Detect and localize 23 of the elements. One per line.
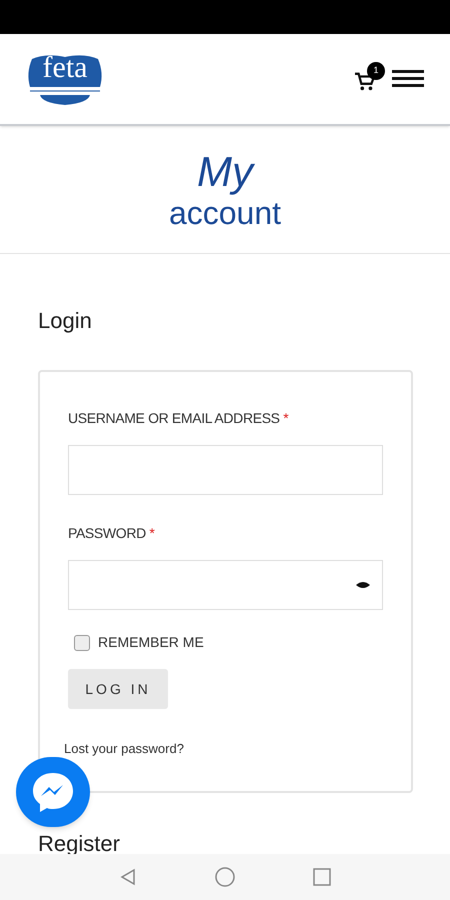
home-icon[interactable]: [215, 867, 235, 887]
recents-icon[interactable]: [313, 868, 331, 886]
login-heading: Login: [38, 310, 93, 332]
menu-icon[interactable]: [392, 70, 424, 88]
remember-checkbox[interactable]: [74, 634, 90, 650]
chat-button[interactable]: [16, 757, 90, 827]
password-field[interactable]: [68, 560, 383, 610]
back-icon[interactable]: [119, 868, 137, 886]
login-button[interactable]: LOG IN: [68, 669, 168, 709]
field-label: USERNAME OR EMAIL ADDRESS *: [68, 409, 290, 428]
register-heading: Register: [38, 833, 121, 855]
lost-password-link[interactable]: Lost your password?: [64, 739, 184, 758]
remember-label: REMEMBER ME: [98, 633, 204, 652]
feta-logo[interactable]: feta: [26, 51, 104, 107]
eye-icon[interactable]: [356, 581, 370, 589]
logo-text: feta: [42, 53, 88, 83]
field-label: PASSWORD *: [68, 524, 156, 543]
chat-bubble-icon: [30, 770, 76, 814]
page-title-line: account: [168, 194, 282, 230]
cart-icon[interactable]: [354, 72, 376, 92]
username-field[interactable]: [68, 445, 383, 495]
cart-count-badge: 1: [367, 62, 385, 80]
page-title-line: My: [197, 148, 253, 194]
